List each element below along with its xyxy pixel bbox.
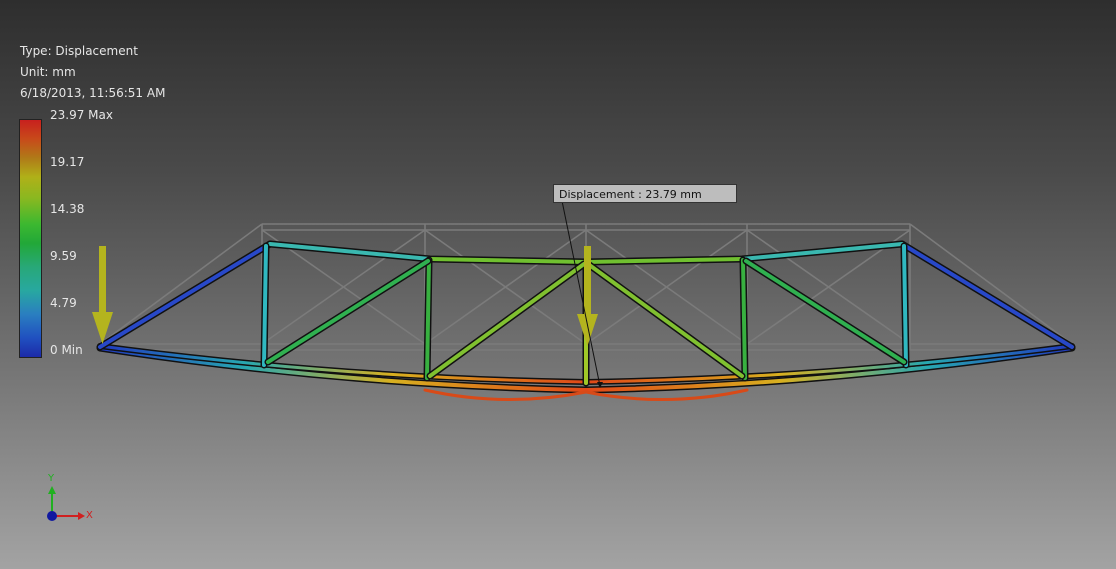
triad-origin-icon	[47, 511, 57, 521]
triad-y-label: Y	[48, 473, 55, 484]
load-arrow-left[interactable]	[92, 246, 113, 344]
view-triad[interactable]	[47, 486, 85, 521]
model-viewport[interactable]	[0, 0, 1116, 569]
displacement-probe-tooltip[interactable]: Displacement : 23.79 mm	[553, 184, 737, 203]
triad-x-label: X	[86, 510, 93, 521]
